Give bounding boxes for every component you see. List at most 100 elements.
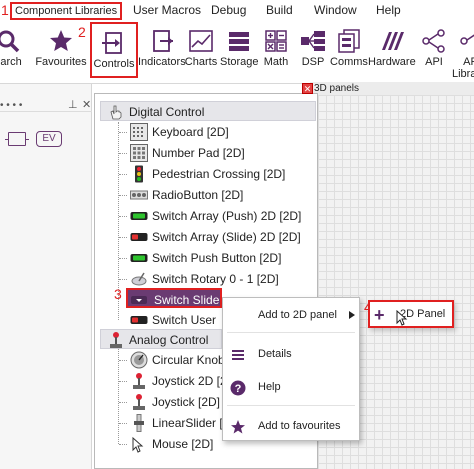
list-item-circular-knob[interactable]: Circular Knob [2D]	[119, 350, 250, 370]
traffic-light-icon	[135, 165, 143, 183]
api-libraries-icon	[460, 34, 474, 45]
list-item-linear-slider[interactable]: LinearSlider [2D]	[119, 413, 241, 433]
left-panel-dots: • • • •	[0, 100, 23, 111]
menu-item-add-to-favourites[interactable]: Add to favourites	[223, 412, 359, 440]
category-digital-control-label: Digital Control	[129, 105, 205, 119]
list-item-switch-user[interactable]: Switch User Ir	[130, 310, 220, 330]
ribbon-charts-label: Charts	[184, 56, 218, 68]
ribbon-storage-label: Storage	[220, 56, 259, 68]
joystick-icon	[133, 373, 145, 389]
ribbon-comms-button[interactable]: Comms	[330, 22, 368, 84]
list-item-switch-array-push[interactable]: Switch Array (Push) 2D [2D]	[119, 206, 316, 226]
list-item-joystick[interactable]: Joystick [2D]	[119, 392, 221, 412]
ribbon-api-libraries-label: API Libraries	[452, 56, 474, 80]
ribbon-controls-button[interactable]: Controls	[90, 22, 138, 78]
menu-item-label: Add to 2D panel	[258, 309, 337, 321]
math-icon	[265, 30, 287, 52]
submenu-2d-panel[interactable]: + 2D Panel	[368, 300, 454, 328]
ribbon-indicators-label: Indicators	[138, 56, 186, 68]
controls-icon	[102, 32, 122, 54]
chevron-right-icon	[349, 311, 355, 319]
list-item-switch-slide-selected[interactable]: Switch Slide [2D]	[126, 288, 245, 308]
block-icon[interactable]	[5, 132, 29, 146]
ribbon-comms-label: Comms	[330, 56, 368, 68]
category-analog-control-label: Analog Control	[129, 333, 209, 347]
list-item-mouse[interactable]: Mouse [2D]	[119, 434, 220, 454]
menu-item-add-to-2d-panel[interactable]: Add to 2D panel	[223, 301, 359, 329]
left-panel-header: • • • • ⊥ ✕	[0, 98, 92, 112]
ribbon-charts-button[interactable]: Charts	[184, 22, 218, 84]
ribbon-api-libraries-button[interactable]: API Libraries	[452, 22, 474, 84]
list-item-keyboard[interactable]: Keyboard [2D]	[119, 122, 316, 142]
ribbon-toolbar: earch Favourites 2 Controls	[0, 22, 474, 84]
list-item-joystick-2d[interactable]: Joystick 2D [2D]	[119, 371, 239, 391]
list-item-switch-array-slide[interactable]: Switch Array (Slide) 2D [2D]	[119, 227, 316, 247]
event-block-icon[interactable]: EV	[36, 131, 62, 147]
charts-icon	[189, 30, 213, 52]
storage-icon	[229, 32, 249, 51]
ribbon-storage-button[interactable]: Storage	[220, 22, 259, 84]
mouse-cursor-icon	[396, 310, 408, 326]
ribbon-favourites-label: Favourites	[35, 56, 87, 68]
ribbon-api-button[interactable]: API	[418, 22, 450, 84]
hand-pointer-icon	[110, 105, 122, 120]
step-number-3: 3	[114, 286, 122, 302]
api-icon	[422, 29, 445, 53]
linear-slider-icon	[134, 414, 144, 432]
list-item-label: Joystick [2D]	[152, 395, 221, 409]
knob-icon	[130, 351, 148, 369]
menu-user-macros[interactable]: User Macros	[133, 3, 201, 17]
search-icon	[0, 30, 20, 53]
ribbon-controls-label: Controls	[93, 58, 135, 70]
category-analog-control[interactable]: Analog Control	[100, 329, 222, 349]
joystick-icon	[110, 332, 122, 348]
star-icon	[231, 420, 245, 434]
list-item-switch-push-button[interactable]: Switch Push Button [2D]	[119, 248, 316, 268]
list-item-radio-button[interactable]: RadioButton [2D]	[119, 185, 316, 205]
menu-item-details[interactable]: Details	[223, 340, 359, 368]
list-item-number-pad[interactable]: Number Pad [2D]	[119, 143, 316, 163]
tab-3d-panels[interactable]: 3D panels	[310, 82, 474, 96]
tree-line	[118, 348, 119, 444]
list-item-label: Switch Array (Push) 2D [2D]	[152, 209, 302, 223]
switch-rotary-icon	[131, 272, 147, 286]
hardware-icon	[382, 32, 404, 50]
tab-3d-panels-label: 3D panels	[314, 83, 360, 94]
plus-icon: +	[374, 305, 385, 325]
ribbon-api-label: API	[425, 56, 443, 68]
switch-push-button-icon	[130, 254, 148, 262]
list-item-label: Keyboard [2D]	[152, 125, 229, 139]
ribbon-search-label: earch	[0, 56, 22, 68]
ribbon-search-button[interactable]: earch	[0, 22, 28, 84]
category-digital-control[interactable]: Digital Control	[100, 101, 316, 121]
menu-divider	[227, 332, 355, 333]
menu-help[interactable]: Help	[376, 3, 401, 17]
ribbon-math-button[interactable]: Math	[260, 22, 292, 84]
left-panel: • • • • ⊥ ✕ EV	[0, 84, 92, 469]
ribbon-math-label: Math	[263, 56, 289, 68]
menu-item-label: Add to favourites	[258, 420, 341, 432]
indicators-icon	[153, 30, 173, 52]
menu-item-help[interactable]: ? Help	[223, 373, 359, 401]
ribbon-indicators-button[interactable]: Indicators	[138, 22, 186, 84]
close-icon[interactable]: ✕	[82, 98, 91, 111]
details-icon	[232, 350, 244, 360]
comms-icon	[338, 29, 360, 53]
list-item-label: Switch Rotary 0 - 1 [2D]	[152, 272, 279, 286]
list-item-switch-rotary[interactable]: Switch Rotary 0 - 1 [2D]	[119, 269, 316, 289]
menu-debug[interactable]: Debug	[211, 3, 246, 17]
switch-array-push-icon	[130, 212, 148, 220]
ribbon-hardware-button[interactable]: Hardware	[368, 22, 416, 84]
pin-icon[interactable]: ⊥	[68, 98, 78, 111]
close-icon[interactable]: ✕	[302, 83, 313, 94]
menu-window[interactable]: Window	[314, 3, 357, 17]
star-icon	[50, 30, 72, 51]
list-item-label: Switch User Ir	[152, 313, 220, 327]
help-icon: ?	[230, 380, 246, 396]
list-item-label: Mouse [2D]	[152, 437, 214, 451]
list-item-label: RadioButton [2D]	[152, 188, 244, 202]
list-item-pedestrian-crossing[interactable]: Pedestrian Crossing [2D]	[119, 164, 316, 184]
ribbon-dsp-button[interactable]: DSP	[296, 22, 330, 84]
menu-component-libraries[interactable]: Component Libraries	[10, 2, 123, 20]
menu-build[interactable]: Build	[266, 3, 293, 17]
